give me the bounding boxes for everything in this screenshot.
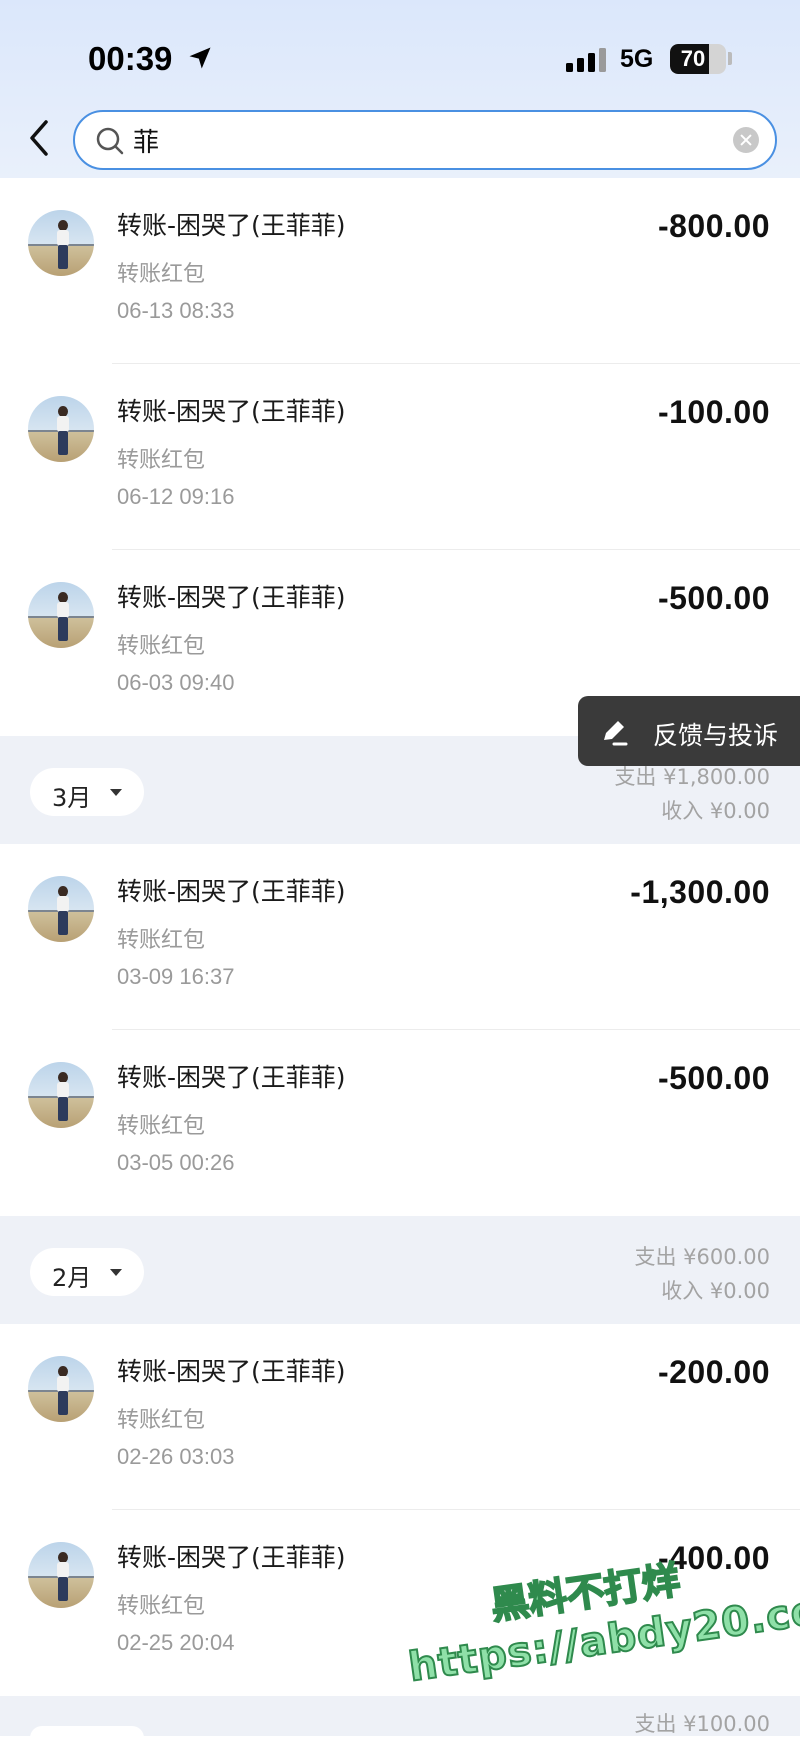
clear-search-icon[interactable] — [733, 127, 759, 153]
back-chevron-icon[interactable] — [24, 118, 54, 158]
transaction-row[interactable]: 转账-困哭了(王菲菲) 转账红包 02-25 20:04 -400.00 — [0, 1510, 800, 1696]
transaction-type: 转账红包 — [117, 448, 206, 473]
income-total: 收入 ¥0.00 — [661, 799, 770, 823]
month-header-next: 支出 ¥100.00 — [0, 1696, 800, 1738]
avatar — [28, 582, 94, 648]
transaction-title: 转账-困哭了(王菲菲) — [117, 211, 346, 240]
transaction-amount: -200.00 — [657, 1354, 770, 1390]
battery-icon: 70 — [670, 44, 726, 74]
transaction-amount: -400.00 — [657, 1540, 770, 1576]
transaction-time: 03-09 16:37 — [117, 964, 235, 989]
income-total: 收入 ¥0.00 — [661, 1279, 770, 1303]
month-summary: 支出 ¥600.00 收入 ¥0.00 — [634, 1240, 770, 1308]
transaction-row[interactable]: 转账-困哭了(王菲菲) 转账红包 03-09 16:37 -1,300.00 — [0, 844, 800, 1030]
avatar — [28, 876, 94, 942]
transaction-time: 06-12 09:16 — [117, 484, 235, 509]
transaction-type: 转账红包 — [117, 1408, 206, 1433]
transaction-amount: -100.00 — [657, 394, 770, 430]
caret-down-icon — [110, 789, 122, 796]
status-time: 00:39 — [88, 40, 173, 77]
month-header-february: 2月 支出 ¥600.00 收入 ¥0.00 — [0, 1216, 800, 1324]
header: 00:39 5G 70 — [0, 0, 800, 178]
transaction-type: 转账红包 — [117, 928, 206, 953]
avatar — [28, 210, 94, 276]
transaction-list: 转账-困哭了(王菲菲) 转账红包 06-13 08:33 -800.00 转账-… — [0, 178, 800, 1738]
transaction-time: 02-25 20:04 — [117, 1630, 235, 1655]
transaction-amount: -500.00 — [657, 1060, 770, 1096]
transaction-time: 06-13 08:33 — [117, 298, 235, 323]
transaction-amount: -800.00 — [657, 208, 770, 244]
location-arrow-icon — [189, 47, 211, 69]
month-label: 3月 — [52, 784, 92, 812]
network-type: 5G — [620, 45, 654, 73]
month-summary: 支出 ¥1,800.00 收入 ¥0.00 — [614, 760, 770, 828]
avatar — [28, 1542, 94, 1608]
transaction-row[interactable]: 转账-困哭了(王菲菲) 转账红包 02-26 03:03 -200.00 — [0, 1324, 800, 1510]
transaction-title: 转账-困哭了(王菲菲) — [117, 877, 346, 906]
feedback-label: 反馈与投诉 — [653, 721, 779, 750]
transaction-type: 转账红包 — [117, 262, 206, 287]
caret-down-icon — [110, 1269, 122, 1276]
transaction-title: 转账-困哭了(王菲菲) — [117, 397, 346, 426]
transaction-title: 转账-困哭了(王菲菲) — [117, 1357, 346, 1386]
cellular-signal-icon — [566, 48, 606, 72]
status-bar: 00:39 5G 70 — [0, 0, 800, 100]
month-selector[interactable]: 2月 — [30, 1248, 144, 1296]
transaction-row[interactable]: 转账-困哭了(王菲菲) 转账红包 03-05 00:26 -500.00 — [0, 1030, 800, 1216]
avatar — [28, 1062, 94, 1128]
transaction-time: 06-03 09:40 — [117, 670, 235, 695]
transaction-row[interactable]: 转账-困哭了(王菲菲) 转账红包 06-13 08:33 -800.00 — [0, 178, 800, 364]
month-label: 2月 — [52, 1264, 92, 1292]
battery-level: 70 — [680, 46, 706, 71]
search-input[interactable] — [133, 120, 693, 160]
avatar — [28, 1356, 94, 1422]
transaction-type: 转账红包 — [117, 1114, 206, 1139]
transaction-title: 转账-困哭了(王菲菲) — [117, 583, 346, 612]
search-box[interactable] — [73, 110, 777, 170]
expense-total: 支出 ¥100.00 — [634, 1712, 770, 1736]
transaction-type: 转账红包 — [117, 1594, 206, 1619]
search-icon — [96, 127, 124, 155]
transaction-amount: -1,300.00 — [630, 874, 770, 910]
transaction-title: 转账-困哭了(王菲菲) — [117, 1543, 346, 1572]
transaction-time: 02-26 03:03 — [117, 1444, 235, 1469]
month-selector[interactable]: 3月 — [30, 768, 144, 816]
expense-total: 支出 ¥600.00 — [634, 1245, 770, 1269]
transaction-row[interactable]: 转账-困哭了(王菲菲) 转账红包 06-12 09:16 -100.00 — [0, 364, 800, 550]
transaction-type: 转账红包 — [117, 634, 206, 659]
transaction-title: 转账-困哭了(王菲菲) — [117, 1063, 346, 1092]
month-selector[interactable] — [30, 1726, 144, 1738]
transaction-amount: -500.00 — [657, 580, 770, 616]
battery-nub — [728, 52, 732, 65]
transaction-time: 03-05 00:26 — [117, 1150, 235, 1175]
avatar — [28, 396, 94, 462]
edit-pencil-icon — [604, 721, 628, 746]
feedback-button[interactable]: 反馈与投诉 — [578, 696, 800, 766]
